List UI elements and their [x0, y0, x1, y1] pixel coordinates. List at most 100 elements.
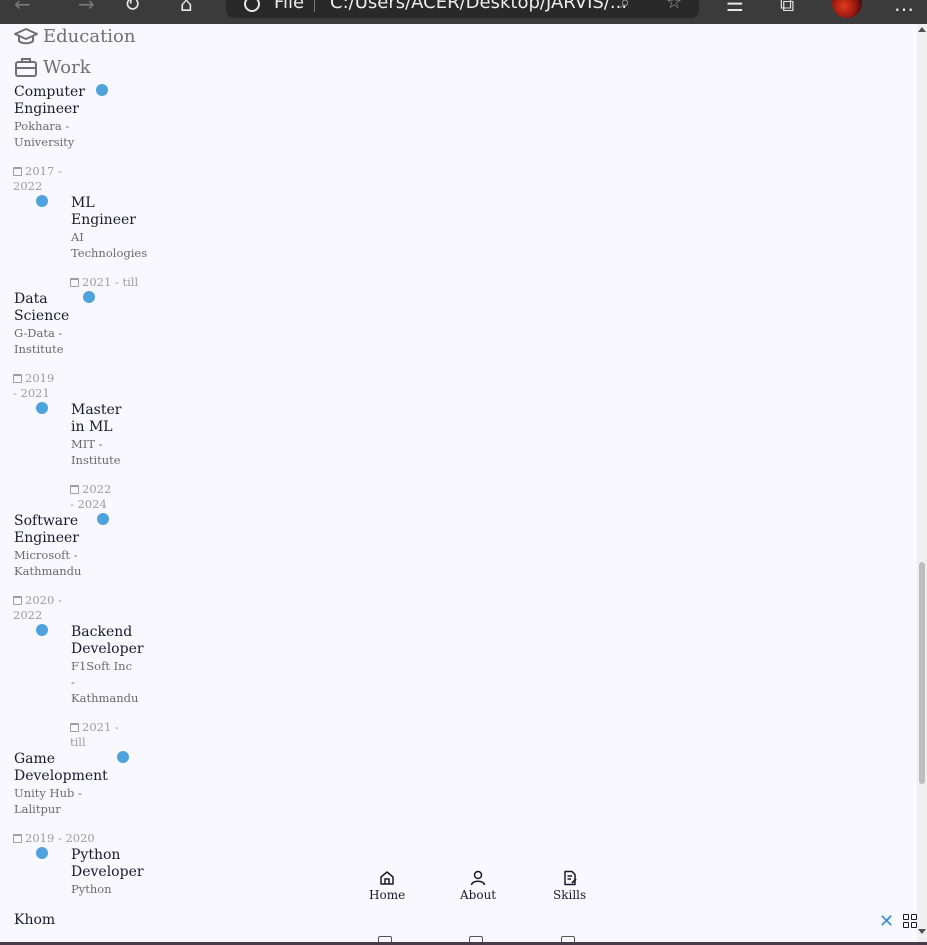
- timeline-item-subtitle: Lalitpur: [14, 802, 61, 816]
- timeline-item-date: 2019: [13, 371, 54, 386]
- timeline-item-date: 2022: [70, 482, 111, 497]
- timeline-item-title: Engineer: [14, 101, 79, 117]
- timeline-item-title: in ML: [71, 419, 113, 435]
- timeline-item-date: - 2024: [70, 497, 107, 512]
- timeline-item-subtitle: F1Soft Inc: [71, 659, 133, 673]
- timeline-dot: [97, 513, 109, 525]
- timeline-item-date: - 2021: [13, 386, 50, 401]
- timeline-item-date: 2019 - 2020: [13, 831, 95, 846]
- nav-logo[interactable]: Khom: [14, 912, 55, 928]
- calendar-icon: [13, 374, 22, 383]
- timeline-item-date: 2021 -: [70, 720, 119, 735]
- timeline-item-subtitle: University: [14, 135, 75, 149]
- scroll-down-arrow-icon[interactable]: [918, 929, 926, 934]
- nav-item-skills[interactable]: Skills: [553, 870, 586, 902]
- timeline-item-title: Python: [71, 847, 121, 863]
- timeline-dot: [117, 751, 129, 763]
- timeline-item-subtitle: Institute: [14, 342, 64, 356]
- tab-work-label: Work: [43, 57, 91, 78]
- profile-avatar[interactable]: [832, 0, 862, 18]
- timeline-dot: [36, 195, 48, 207]
- timeline-item-title: Backend: [71, 624, 133, 640]
- home-icon: [380, 871, 394, 885]
- timeline-date-text: 2021 -: [82, 720, 119, 734]
- info-icon[interactable]: [244, 0, 260, 12]
- timeline-item-subtitle: AI: [71, 230, 84, 244]
- timeline-item-date: 2017 -: [13, 164, 62, 179]
- timeline-date-text: 2022: [82, 482, 112, 496]
- timeline-dot: [36, 847, 48, 859]
- timeline-item-title: Engineer: [71, 212, 136, 228]
- collections-icon[interactable]: ⧉: [780, 0, 794, 16]
- timeline-date-text: 2021 - till: [82, 275, 139, 289]
- briefcase-icon: [15, 58, 37, 77]
- timeline-item-title: Developer: [71, 641, 144, 657]
- timeline-date-text: - 2021: [13, 386, 50, 400]
- timeline-item-subtitle: Unity Hub -: [14, 786, 82, 800]
- timeline-dot: [83, 291, 95, 303]
- timeline-date-text: - 2024: [70, 497, 107, 511]
- address-separator: [314, 0, 315, 12]
- nav-item-about[interactable]: About: [460, 870, 496, 902]
- timeline-date-text: 2022: [13, 179, 43, 193]
- timeline-item-subtitle: Kathmandu: [14, 564, 82, 578]
- timeline-item-title: Master: [71, 402, 122, 418]
- refresh-icon[interactable]: ↻: [124, 0, 141, 16]
- timeline-item-date: 2022: [13, 608, 42, 623]
- nav-label-home: Home: [369, 888, 406, 902]
- browser-toolbar: ← → ↻ ⌂ File C:/Users/ACER/Desktop/JARVI…: [0, 0, 927, 24]
- scrollbar-thumb[interactable]: [919, 562, 925, 784]
- grid-icon[interactable]: [903, 914, 917, 928]
- vertical-scrollbar[interactable]: [917, 24, 927, 942]
- nav-label-about: About: [460, 888, 497, 902]
- timeline-item-subtitle: Python: [71, 882, 112, 896]
- timeline-item-title: Science: [14, 308, 70, 324]
- timeline-item-title: Developer: [71, 864, 144, 880]
- calendar-icon: [13, 834, 22, 843]
- graduation-cap-icon: [14, 27, 38, 44]
- timeline-dot: [96, 84, 108, 96]
- calendar-icon: [70, 723, 79, 732]
- timeline-item-title: Engineer: [14, 530, 79, 546]
- timeline-date-text: till: [70, 735, 86, 749]
- timeline-item-subtitle: MIT -: [71, 437, 103, 451]
- timeline-item-title: Software: [14, 513, 79, 529]
- scroll-up-arrow-icon[interactable]: [918, 27, 926, 32]
- timeline-item-title: Game: [14, 751, 56, 767]
- timeline-item-subtitle: Institute: [71, 453, 121, 467]
- forward-arrow-icon[interactable]: →: [78, 0, 95, 16]
- timeline-item-date: 2021 - till: [70, 275, 138, 290]
- address-scheme-label: File: [274, 0, 305, 13]
- timeline-item-title: ML: [71, 195, 95, 211]
- timeline-date-text: 2019 - 2020: [25, 831, 95, 845]
- favorites-icon[interactable]: ☰: [726, 0, 744, 16]
- nav-item-home[interactable]: Home: [369, 870, 405, 902]
- timeline-item-title: Computer: [14, 84, 85, 100]
- calendar-icon: [70, 485, 79, 494]
- timeline-dot: [36, 402, 48, 414]
- calendar-icon: [70, 278, 79, 287]
- timeline-dot: [36, 624, 48, 636]
- home-icon[interactable]: ⌂: [180, 0, 193, 16]
- nav-label-skills: Skills: [553, 888, 587, 902]
- timeline-item-title: Development: [14, 768, 108, 784]
- timeline-date-text: 2017 -: [25, 164, 62, 178]
- timeline-date-text: 2022: [13, 608, 43, 622]
- timeline-item-title: Data: [14, 291, 48, 307]
- timeline-date-text: 2019: [25, 371, 55, 385]
- file-edit-icon: [563, 870, 577, 886]
- favorite-add-icon[interactable]: ☆: [666, 0, 682, 13]
- timeline-item-subtitle: Microsoft -: [14, 548, 78, 562]
- back-arrow-icon[interactable]: ←: [14, 0, 31, 16]
- more-options-icon[interactable]: …: [894, 0, 914, 16]
- timeline-item-subtitle: Pokhara -: [14, 119, 70, 133]
- user-icon: [470, 870, 486, 886]
- address-bar[interactable]: File C:/Users/ACER/Desktop/JARVIS/... ⌕ …: [226, 0, 699, 18]
- tab-work[interactable]: Work: [14, 57, 91, 78]
- timeline-date-text: 2020 -: [25, 593, 62, 607]
- tab-education-label: Education: [43, 26, 136, 47]
- close-icon[interactable]: ✕: [879, 912, 894, 932]
- timeline-item-date: 2020 -: [13, 593, 62, 608]
- zoom-icon[interactable]: ⌕: [620, 0, 630, 13]
- tab-education[interactable]: Education: [14, 26, 136, 47]
